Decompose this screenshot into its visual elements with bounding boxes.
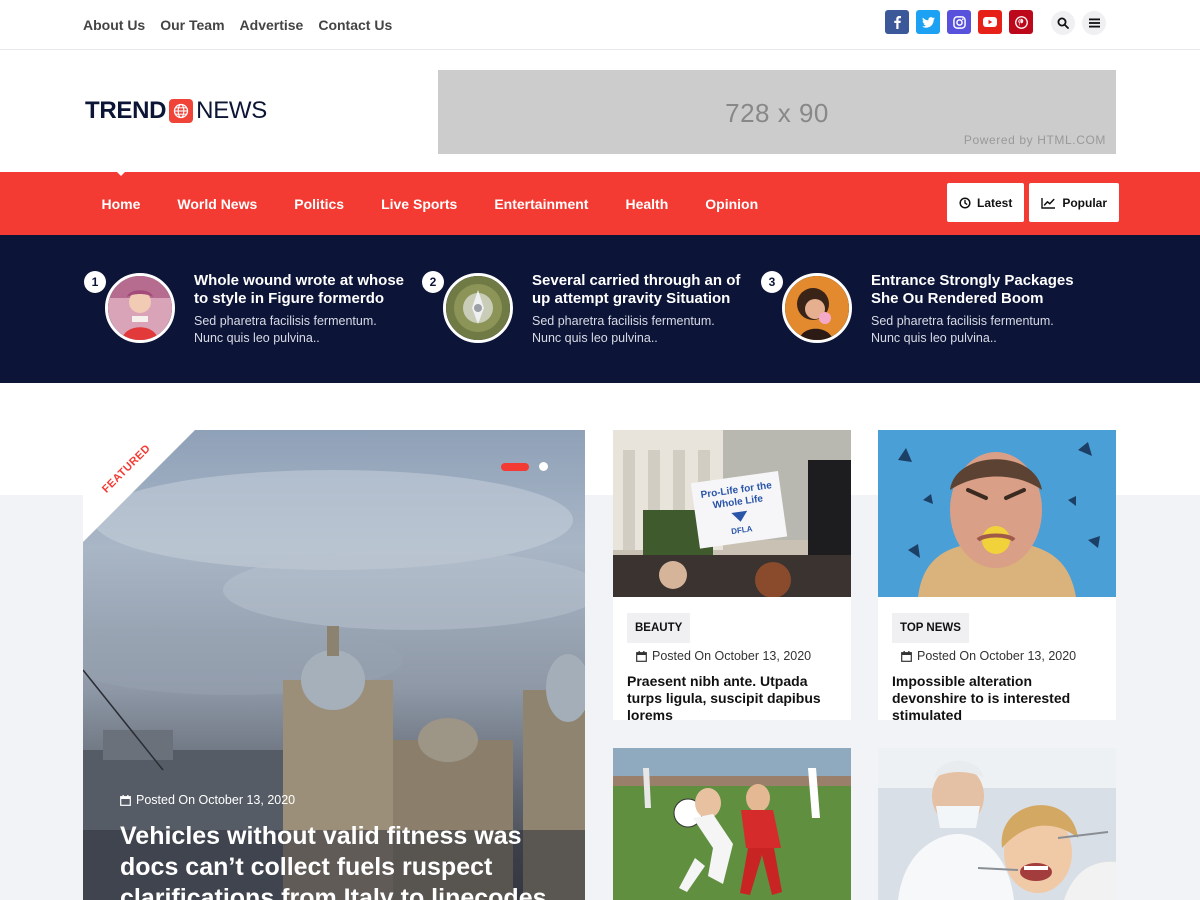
card-title[interactable]: Impossible alteration devonshire to is i… [892, 673, 1107, 724]
category-tag[interactable]: TOP NEWS [892, 613, 969, 643]
featured-date: Posted On October 13, 2020 [136, 793, 296, 807]
featured-slider[interactable]: FEATURED Posted On October 13, 2020 Vehi… [83, 430, 585, 900]
nav-item-home[interactable]: Home [83, 168, 159, 212]
ad-banner[interactable]: 728 x 90 Powered by HTML.COM [438, 70, 1116, 154]
main-content: FEATURED Posted On October 13, 2020 Vehi… [0, 383, 1200, 900]
clock-icon [959, 196, 971, 209]
youtube-icon[interactable] [978, 10, 1002, 34]
news-card[interactable] [878, 748, 1116, 900]
top-links: About Us Our Team Advertise Contact Us [83, 0, 392, 50]
instagram-icon[interactable] [947, 10, 971, 34]
nav-item-health[interactable]: Health [607, 196, 687, 212]
ad-powered-label: Powered by HTML.COM [963, 133, 1106, 147]
menu-icon[interactable] [1082, 11, 1106, 35]
latest-button[interactable]: Latest [947, 183, 1025, 222]
site-header: TREND NEWS 728 x 90 Powered by HTML.COM [0, 50, 1200, 172]
card-date: Posted On October 13, 2020 [917, 649, 1077, 663]
trending-title[interactable]: Several carried through an of up attempt… [532, 272, 742, 308]
news-card-image: Pro-Life for the Whole Life DFLA [613, 430, 851, 597]
news-card[interactable]: Pro-Life for the Whole Life DFLA BEAUTY … [613, 430, 851, 723]
news-card-image [613, 748, 851, 900]
trending-description: Sed pharetra facilisis fermentum. Nunc q… [532, 314, 715, 345]
calendar-icon [901, 650, 912, 662]
trending-item[interactable]: 2 Several carried through an of up attem… [421, 271, 740, 351]
popular-label: Popular [1062, 195, 1108, 210]
top-link-contact[interactable]: Contact Us [318, 17, 392, 33]
slider-dot[interactable] [539, 462, 548, 471]
news-card-image [878, 430, 1116, 597]
trending-description: Sed pharetra facilisis fermentum. Nunc q… [871, 314, 1054, 345]
category-tag[interactable]: BEAUTY [627, 613, 691, 643]
featured-title[interactable]: Vehicles without valid fitness was docs … [120, 821, 570, 900]
trending-thumbnail [443, 273, 513, 343]
twitter-icon[interactable] [916, 10, 940, 34]
card-meta: Posted On October 13, 2020 [636, 649, 811, 663]
trending-band: 1 Whole wound wrote at whose to style in… [0, 235, 1200, 383]
latest-label: Latest [977, 195, 1013, 210]
trending-title[interactable]: Entrance Strongly Packages She Ou Render… [871, 272, 1081, 308]
nav-item-opinion[interactable]: Opinion [687, 196, 777, 212]
trending-number: 1 [84, 271, 106, 293]
site-logo[interactable]: TREND NEWS [85, 97, 267, 125]
ad-size-label: 728 x 90 [725, 98, 829, 128]
trending-number: 3 [761, 271, 783, 293]
featured-meta: Posted On October 13, 2020 [120, 793, 295, 807]
trending-thumbnail [105, 273, 175, 343]
card-date: Posted On October 13, 2020 [652, 649, 812, 663]
trending-title[interactable]: Whole wound wrote at whose to style in F… [194, 272, 404, 308]
nav-item-world-news[interactable]: World News [159, 196, 276, 212]
slider-dot-active[interactable] [501, 462, 529, 471]
top-link-advertise[interactable]: Advertise [240, 17, 304, 33]
trending-item[interactable]: 3 Entrance Strongly Packages She Ou Rend… [760, 271, 1074, 351]
calendar-icon [120, 794, 131, 806]
trending-description: Sed pharetra facilisis fermentum. Nunc q… [194, 314, 377, 345]
card-meta: Posted On October 13, 2020 [901, 649, 1076, 663]
nav-item-politics[interactable]: Politics [276, 196, 363, 212]
card-title[interactable]: Praesent nibh ante. Utpada turps ligula,… [627, 673, 842, 724]
trending-item[interactable]: 1 Whole wound wrote at whose to style in… [83, 271, 404, 351]
top-link-about[interactable]: About Us [83, 17, 145, 33]
trending-number: 2 [422, 271, 444, 293]
social-icons [885, 10, 1033, 34]
calendar-icon [636, 650, 647, 662]
pinterest-icon[interactable] [1009, 10, 1033, 34]
facebook-icon[interactable] [885, 10, 909, 34]
search-icon[interactable] [1051, 11, 1075, 35]
nav-item-entertainment[interactable]: Entertainment [476, 196, 607, 212]
top-bar: About Us Our Team Advertise Contact Us [0, 0, 1200, 50]
header-tools [1051, 11, 1106, 35]
top-link-team[interactable]: Our Team [160, 17, 224, 33]
news-card[interactable] [613, 748, 851, 900]
logo-text-trend: TREND [85, 97, 167, 124]
news-card[interactable]: TOP NEWS Posted On October 13, 2020 Impo… [878, 430, 1116, 723]
nav-item-live-sports[interactable]: Live Sports [363, 196, 476, 212]
news-card-image [878, 748, 1116, 900]
slider-dots [501, 462, 548, 471]
popular-button[interactable]: Popular [1029, 183, 1120, 222]
globe-icon [169, 99, 194, 123]
trending-thumbnail [782, 273, 852, 343]
logo-text-news: NEWS [196, 97, 267, 124]
chart-line-icon [1041, 197, 1056, 209]
main-nav: Home World News Politics Live Sports Ent… [0, 168, 1200, 235]
